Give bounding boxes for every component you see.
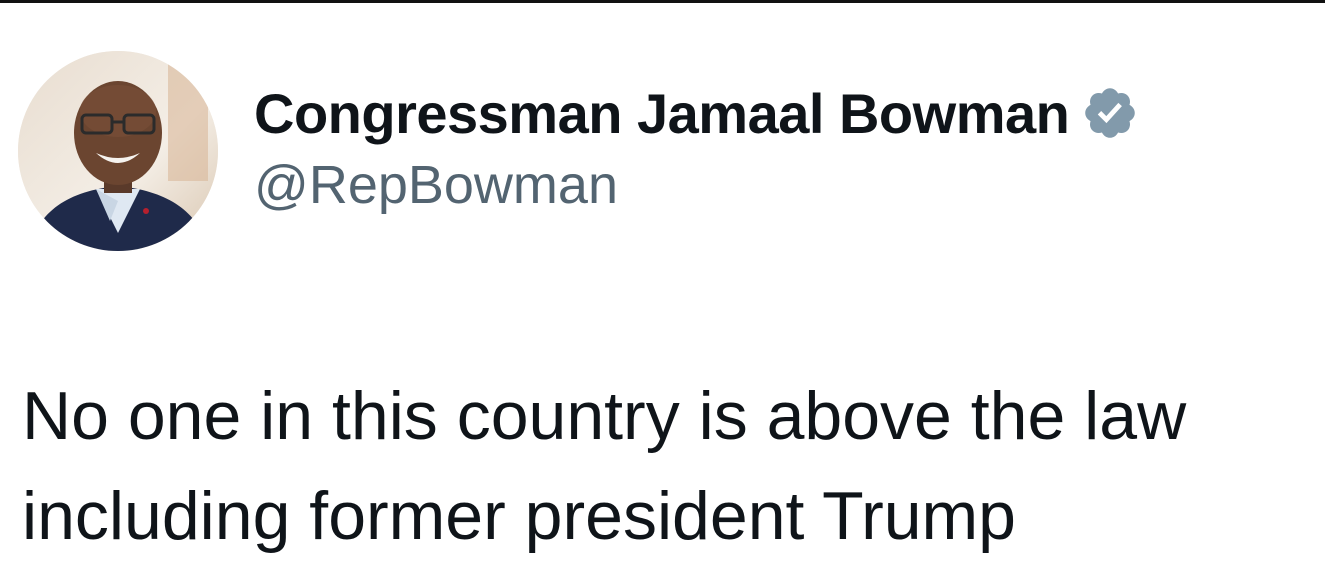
tweet-text-line-2: including former president Trump	[22, 478, 1017, 554]
tweet-text: No one in this country is above the law …	[22, 366, 1322, 566]
tweet-card[interactable]: Congressman Jamaal Bowman @RepBowman No …	[0, 0, 1325, 554]
tweet-text-line-1: No one in this country is above the law	[22, 378, 1187, 454]
display-name[interactable]: Congressman Jamaal Bowman	[254, 81, 1070, 146]
avatar-portrait	[18, 51, 218, 251]
verified-badge-icon	[1081, 84, 1139, 142]
user-handle[interactable]: @RepBowman	[254, 154, 1139, 216]
avatar[interactable]	[18, 51, 218, 251]
author-block: Congressman Jamaal Bowman @RepBowman	[254, 78, 1139, 216]
name-row: Congressman Jamaal Bowman	[254, 78, 1139, 148]
